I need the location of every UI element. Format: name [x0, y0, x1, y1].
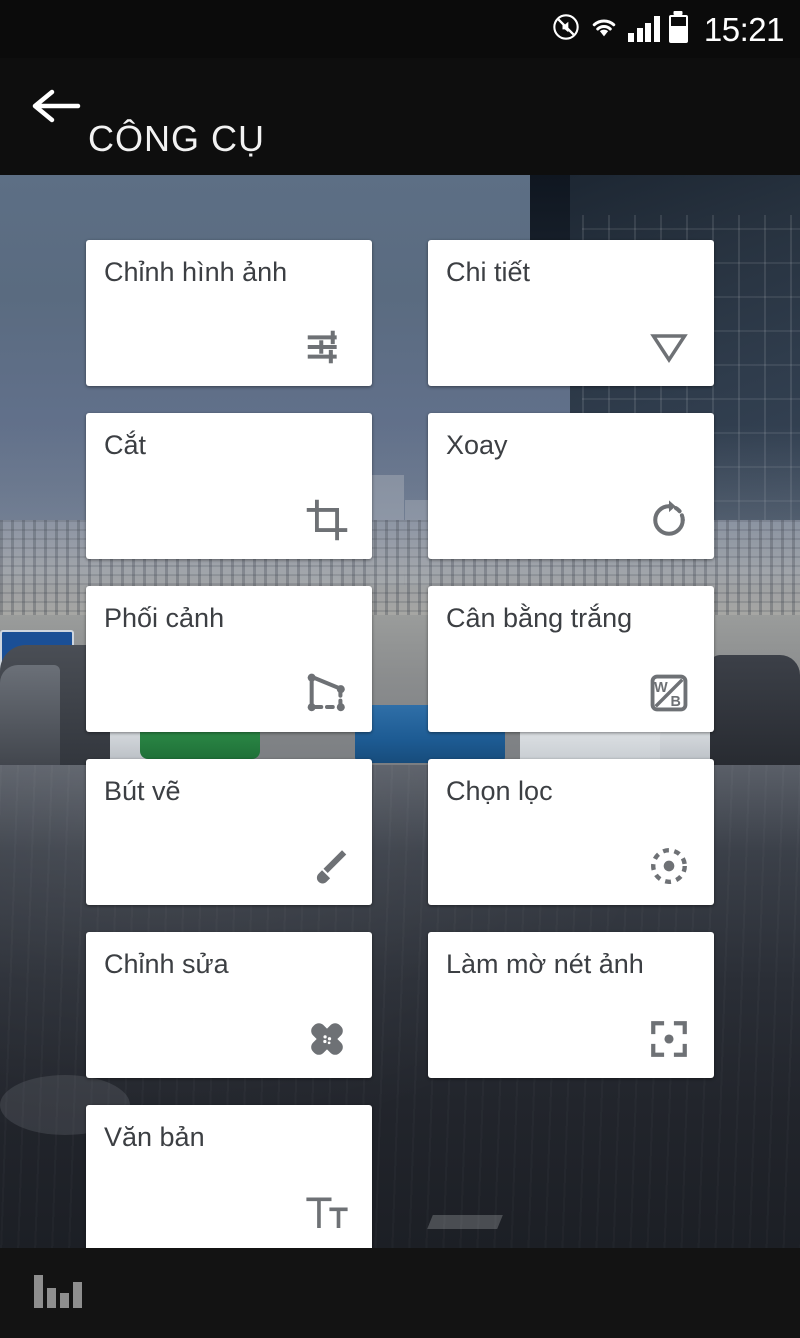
mute-icon — [552, 13, 580, 46]
app-bar: CÔNG CỤ — [0, 58, 800, 175]
rotate-icon — [642, 493, 696, 547]
histogram-icon[interactable] — [34, 1272, 82, 1308]
tool-card-lens-blur[interactable]: Làm mờ nét ảnh — [428, 932, 714, 1078]
tool-label: Văn bản — [104, 1122, 205, 1152]
back-arrow-icon[interactable] — [28, 82, 86, 130]
tool-label: Bút vẽ — [104, 776, 181, 806]
tools-grid: Chỉnh hình ảnh Chi tiết Cắt Xoay Phối cả… — [86, 240, 714, 1251]
tool-card-details[interactable]: Chi tiết — [428, 240, 714, 386]
tool-label: Làm mờ nét ảnh — [446, 949, 644, 979]
lens-blur-icon — [642, 1012, 696, 1066]
tool-label: Cắt — [104, 430, 147, 460]
bottom-bar — [0, 1248, 800, 1338]
triangle-down-icon — [642, 320, 696, 374]
svg-text:B: B — [670, 694, 680, 710]
tool-card-white-balance[interactable]: Cân bằng trắng W B — [428, 586, 714, 732]
selective-icon — [642, 839, 696, 893]
status-bar: 15:21 — [0, 0, 800, 58]
page-title: CÔNG CỤ — [88, 118, 265, 159]
tool-card-selective[interactable]: Chọn lọc — [428, 759, 714, 905]
signal-icon — [628, 16, 660, 42]
wifi-icon — [589, 14, 619, 45]
tool-card-brush[interactable]: Bút vẽ — [86, 759, 372, 905]
tool-label: Xoay — [446, 430, 508, 460]
text-tt-icon — [300, 1185, 354, 1239]
perspective-icon — [300, 666, 354, 720]
tool-card-perspective[interactable]: Phối cảnh — [86, 586, 372, 732]
status-icon-group: 15:21 — [552, 10, 785, 48]
tool-card-tune[interactable]: Chỉnh hình ảnh — [86, 240, 372, 386]
tool-card-text[interactable]: Văn bản — [86, 1105, 372, 1251]
tool-label: Chi tiết — [446, 257, 531, 287]
tool-label: Cân bằng trắng — [446, 603, 633, 633]
white-balance-icon: W B — [642, 666, 696, 720]
tool-label: Phối cảnh — [104, 603, 225, 633]
crop-icon — [300, 493, 354, 547]
tool-card-crop[interactable]: Cắt — [86, 413, 372, 559]
phone-screen: 15:21 CÔNG CỤ Chỉnh hình ảnh Chi tiết Cắ… — [0, 0, 800, 1338]
tool-label: Chỉnh hình ảnh — [104, 257, 288, 287]
battery-icon — [668, 15, 688, 43]
healing-icon — [300, 1012, 354, 1066]
tool-card-rotate[interactable]: Xoay — [428, 413, 714, 559]
brush-icon — [300, 839, 354, 893]
tool-label: Chỉnh sửa — [104, 949, 229, 979]
clock-label: 15:21 — [703, 10, 785, 48]
svg-text:W: W — [654, 680, 668, 696]
tool-card-healing[interactable]: Chỉnh sửa — [86, 932, 372, 1078]
tool-label: Chọn lọc — [446, 776, 553, 806]
tune-sliders-icon — [300, 320, 354, 374]
